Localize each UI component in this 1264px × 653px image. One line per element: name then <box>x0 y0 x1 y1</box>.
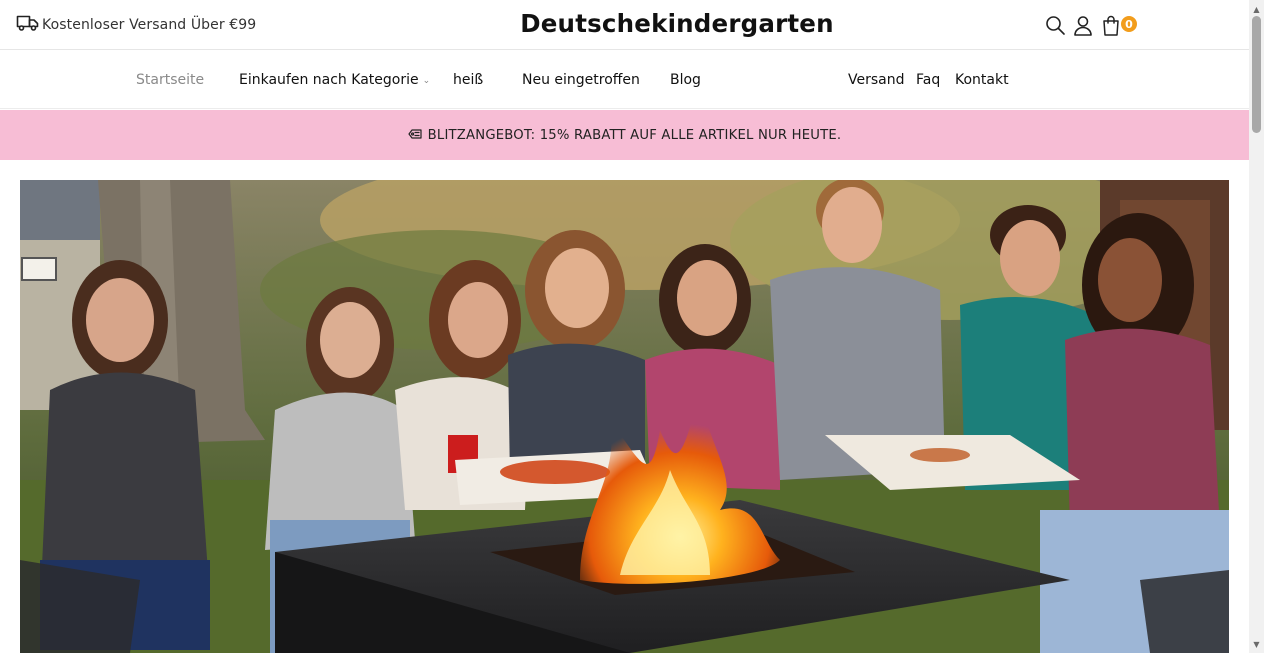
user-icon[interactable] <box>1071 13 1095 37</box>
nav-item-versand[interactable]: Versand <box>848 72 905 88</box>
nav-item-faq[interactable]: Faq <box>916 72 940 88</box>
promo-text: BLITZANGEBOT: 15% RABATT AUF ALLE ARTIKE… <box>427 127 842 143</box>
promo-banner: BLITZANGEBOT: 15% RABATT AUF ALLE ARTIKE… <box>0 110 1249 160</box>
promo-content: BLITZANGEBOT: 15% RABATT AUF ALLE ARTIKE… <box>408 128 842 143</box>
header-actions: 0 <box>1043 13 1138 37</box>
nav-item-startseite[interactable]: Startseite <box>136 72 204 88</box>
hero-image <box>20 180 1229 653</box>
scroll-up-arrow-icon[interactable]: ▲ <box>1249 2 1264 16</box>
top-header: Kostenloser Versand Über €99 Deutschekin… <box>0 0 1249 50</box>
search-icon[interactable] <box>1043 13 1067 37</box>
nav-item-blog[interactable]: Blog <box>670 72 701 88</box>
scroll-thumb[interactable] <box>1252 16 1261 133</box>
page-scrollbar[interactable]: ▲ ▼ <box>1249 0 1264 653</box>
hero-banner[interactable] <box>20 180 1229 653</box>
nav-item-label: Einkaufen nach Kategorie <box>239 72 419 88</box>
main-navigation: Startseite Einkaufen nach Kategorie ⌄ hei… <box>0 51 1249 109</box>
scroll-down-arrow-icon[interactable]: ▼ <box>1249 637 1264 651</box>
nav-item-kontakt[interactable]: Kontakt <box>955 72 1009 88</box>
nav-item-heiss[interactable]: heiß <box>453 72 483 88</box>
tag-icon <box>408 128 422 143</box>
nav-item-neu-eingetroffen[interactable]: Neu eingetroffen <box>522 72 640 88</box>
cart-count-badge: 0 <box>1120 15 1138 33</box>
shopping-bag-icon[interactable]: 0 <box>1099 13 1138 37</box>
chevron-down-icon: ⌄ <box>422 76 431 86</box>
nav-item-einkaufen-nach-kategorie[interactable]: Einkaufen nach Kategorie ⌄ <box>239 72 430 88</box>
